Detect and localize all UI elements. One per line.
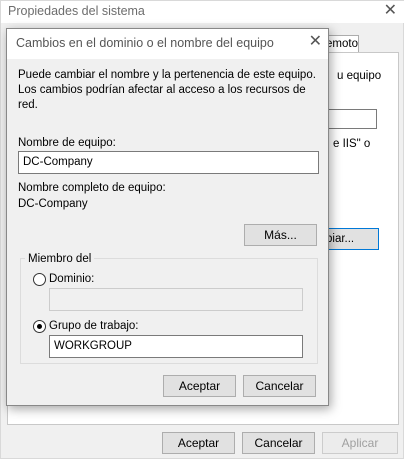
domain-input[interactable] [49, 288, 303, 311]
radio-selected-dot [37, 324, 42, 329]
dialog-cancel-button[interactable]: Cancelar [243, 375, 316, 397]
full-name-label: Nombre completo de equipo: [18, 182, 166, 194]
parent-cancel-button[interactable]: Cancelar [242, 432, 315, 454]
dialog-close-icon[interactable]: ✕ [309, 33, 322, 51]
dialog-accept-button[interactable]: Aceptar [163, 375, 236, 397]
domain-label: Dominio: [49, 273, 95, 285]
domain-radio[interactable] [33, 273, 46, 286]
member-of-legend: Miembro del [25, 253, 95, 265]
full-name-value: DC-Company [18, 198, 88, 210]
workgroup-label: Grupo de trabajo: [49, 320, 139, 332]
computer-name-label: Nombre de equipo: [18, 137, 116, 149]
parent-titlebar: Propiedades del sistema ✕ [1, 1, 404, 23]
dialog-titlebar: Cambios en el dominio o el nombre del eq… [7, 29, 328, 59]
parent-accept-button[interactable]: Aceptar [162, 432, 235, 454]
parent-apply-button[interactable]: Aplicar [322, 432, 398, 454]
workgroup-radio[interactable] [33, 320, 46, 333]
dialog-description: Puede cambiar el nombre y la pertenencia… [18, 69, 316, 111]
parent-close-icon[interactable]: ✕ [384, 2, 397, 20]
computer-name-dialog: Cambios en el dominio o el nombre del eq… [6, 28, 329, 406]
more-button[interactable]: Más... [244, 224, 317, 246]
parent-text-fragment: u equipo [337, 70, 382, 82]
tab-remote-label: emoto [326, 38, 358, 50]
workgroup-input[interactable]: WORKGROUP [49, 335, 303, 358]
parent-change-button-label: biar... [326, 233, 355, 245]
computer-name-input[interactable]: DC-Company [18, 151, 319, 174]
dialog-title: Cambios en el dominio o el nombre del eq… [16, 36, 274, 50]
parent-window-title: Propiedades del sistema [8, 4, 145, 18]
parent-text-fragment: e IIS" o [333, 138, 371, 150]
